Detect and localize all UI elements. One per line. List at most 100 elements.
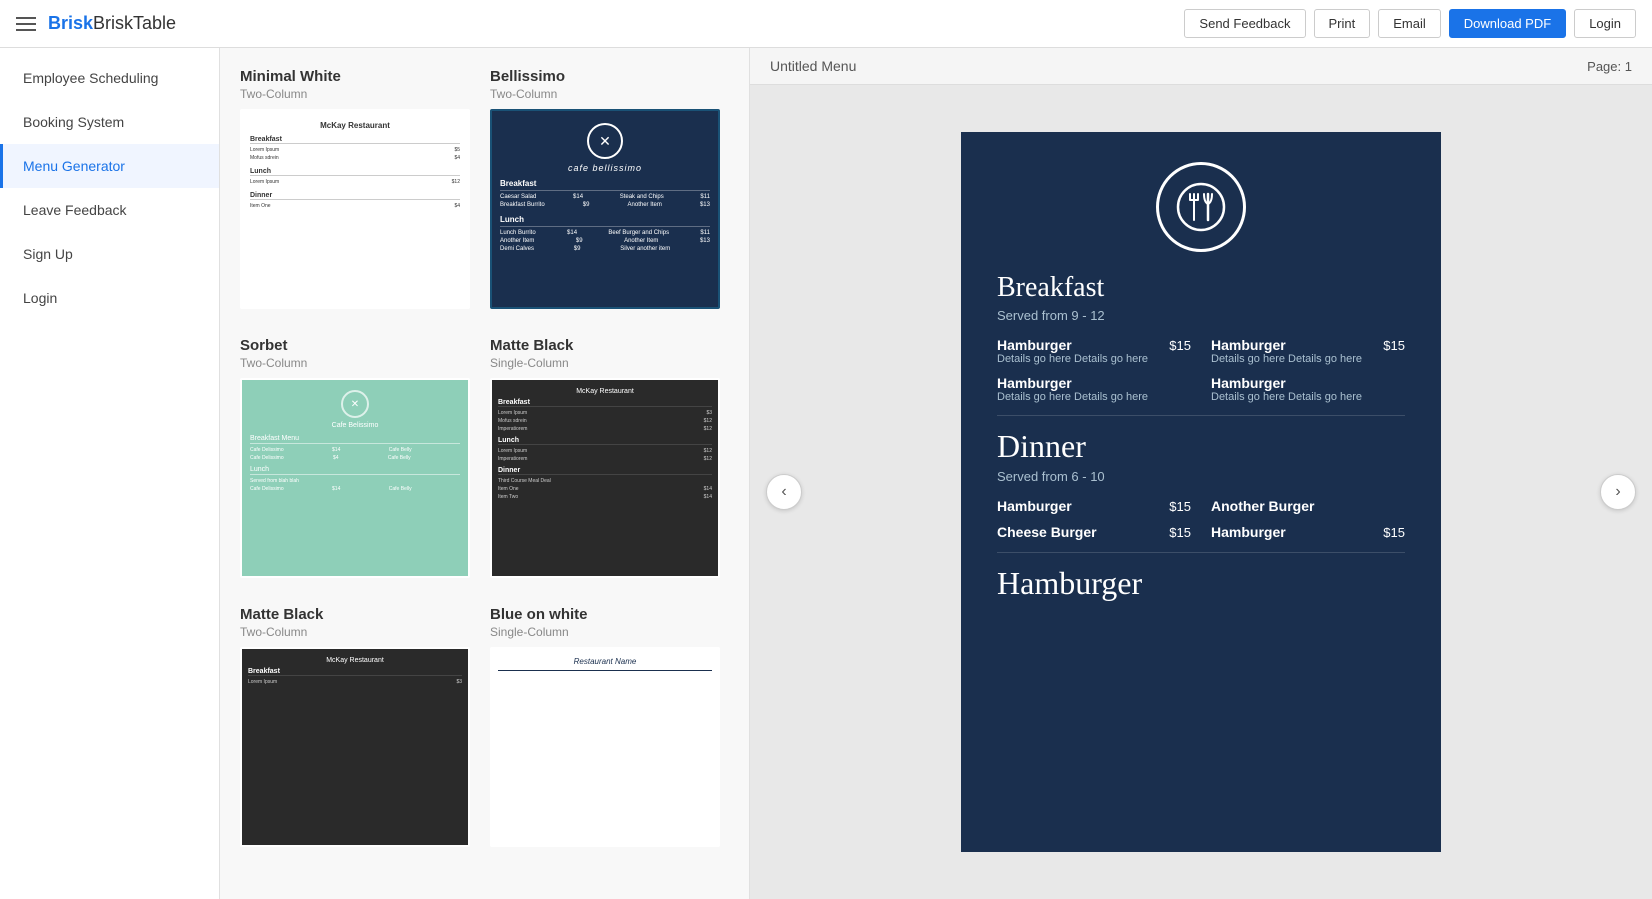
template-name-matte-black-single: Matte Black bbox=[490, 337, 720, 354]
item-name: Hamburger bbox=[1211, 337, 1286, 353]
item-name: Hamburger bbox=[1211, 524, 1286, 540]
send-feedback-button[interactable]: Send Feedback bbox=[1184, 9, 1305, 38]
sidebar-item-booking-system[interactable]: Booking System bbox=[0, 100, 219, 144]
templates-panel: Minimal White Two-Column McKay Restauran… bbox=[220, 48, 750, 899]
template-row-1: Minimal White Two-Column McKay Restauran… bbox=[240, 68, 729, 309]
brand-logo: BriskBriskTable bbox=[48, 13, 176, 34]
thumb-blue-preview: Restaurant Name bbox=[492, 649, 718, 845]
sidebar-item-login[interactable]: Login bbox=[0, 276, 219, 320]
menu-item-hamburger-4: Hamburger Details go here Details go her… bbox=[1211, 375, 1405, 403]
section-title-dinner: Dinner bbox=[997, 428, 1405, 465]
template-card-matte-black-single: Matte Black Single-Column McKay Restaura… bbox=[490, 337, 720, 578]
download-pdf-button[interactable]: Download PDF bbox=[1449, 9, 1566, 38]
sidebar-item-sign-up[interactable]: Sign Up bbox=[0, 232, 219, 276]
menu-items-row-1: Hamburger $15 Details go here Details go… bbox=[997, 337, 1405, 365]
template-name-matte-black-two: Matte Black bbox=[240, 606, 470, 623]
sidebar: Employee Scheduling Booking System Menu … bbox=[0, 48, 220, 899]
thumb-minimal-preview: McKay Restaurant Breakfast Lorem Ipsum$5… bbox=[242, 111, 468, 307]
brand-bold: Brisk bbox=[48, 13, 93, 33]
template-name-minimal-white: Minimal White bbox=[240, 68, 470, 85]
thumb-sorbet-preview: ✕ Cafe Belissimo Breakfast Menu Cafe Del… bbox=[242, 380, 468, 576]
item-detail: Details go here Details go here bbox=[997, 353, 1191, 365]
template-name-sorbet: Sorbet bbox=[240, 337, 470, 354]
template-name-bellissimo: Bellissimo bbox=[490, 68, 720, 85]
item-detail: Details go here Details go here bbox=[1211, 353, 1405, 365]
header: BriskBriskTable Send Feedback Print Emai… bbox=[0, 0, 1652, 48]
menu-divider-1 bbox=[997, 415, 1405, 416]
template-sub-bellissimo: Two-Column bbox=[490, 87, 720, 101]
item-price: $15 bbox=[1169, 338, 1191, 353]
hamburger-menu-icon[interactable] bbox=[16, 17, 36, 31]
preview-content: ‹ bbox=[750, 85, 1652, 899]
template-sub-minimal-white: Two-Column bbox=[240, 87, 470, 101]
template-row-3: Matte Black Two-Column McKay Restaurant … bbox=[240, 606, 729, 847]
item-price: $15 bbox=[1169, 499, 1191, 514]
template-group-2: Sorbet Two-Column ✕ Cafe Belissimo Break… bbox=[240, 337, 729, 578]
template-sub-sorbet: Two-Column bbox=[240, 356, 470, 370]
header-left: BriskBriskTable bbox=[16, 13, 176, 34]
item-name: Hamburger bbox=[1211, 375, 1286, 391]
sidebar-item-leave-feedback[interactable]: Leave Feedback bbox=[0, 188, 219, 232]
section-title-breakfast: Breakfast bbox=[997, 272, 1405, 304]
item-detail: Details go here Details go here bbox=[997, 391, 1191, 403]
item-name: Hamburger bbox=[997, 498, 1072, 514]
menu-item-hamburger-6: Hamburger $15 bbox=[1211, 524, 1405, 540]
thumb-matte-preview: McKay Restaurant Breakfast Lorem Ipsum$3… bbox=[492, 380, 718, 576]
preview-menu-title: Untitled Menu bbox=[770, 58, 856, 74]
template-thumb-matte-black-two[interactable]: McKay Restaurant Breakfast Lorem Ipsum$3 bbox=[240, 647, 470, 847]
main-layout: Employee Scheduling Booking System Menu … bbox=[0, 48, 1652, 899]
header-right: Send Feedback Print Email Download PDF L… bbox=[1184, 9, 1636, 38]
nav-prev-button[interactable]: ‹ bbox=[766, 474, 802, 510]
template-card-bellissimo: Bellissimo Two-Column ✕ cafe bellissimo … bbox=[490, 68, 720, 309]
menu-item-hamburger-2: Hamburger $15 Details go here Details go… bbox=[1211, 337, 1405, 365]
preview-header: Untitled Menu Page: 1 bbox=[750, 48, 1652, 85]
nav-next-button[interactable]: › bbox=[1600, 474, 1636, 510]
template-group-3: Matte Black Two-Column McKay Restaurant … bbox=[240, 606, 729, 847]
template-card-minimal-white: Minimal White Two-Column McKay Restauran… bbox=[240, 68, 470, 309]
menu-items-row-3: Hamburger $15 Another Burger bbox=[997, 498, 1405, 514]
menu-item-hamburger-3: Hamburger Details go here Details go her… bbox=[997, 375, 1191, 403]
login-button[interactable]: Login bbox=[1574, 9, 1636, 38]
template-group-1: Minimal White Two-Column McKay Restauran… bbox=[240, 68, 729, 309]
item-name: Cheese Burger bbox=[997, 524, 1097, 540]
menu-divider-2 bbox=[997, 552, 1405, 553]
menu-item-cheese-burger: Cheese Burger $15 bbox=[997, 524, 1191, 540]
cutlery-icon bbox=[1176, 182, 1226, 232]
print-button[interactable]: Print bbox=[1314, 9, 1371, 38]
preview-panel: Untitled Menu Page: 1 ‹ bbox=[750, 48, 1652, 899]
thumb-bellissimo-preview: ✕ cafe bellissimo Breakfast Caesar Salad… bbox=[492, 111, 718, 307]
item-price: $15 bbox=[1383, 525, 1405, 540]
item-price: $15 bbox=[1383, 338, 1405, 353]
item-name: Hamburger bbox=[997, 375, 1072, 391]
template-thumb-bellissimo[interactable]: ✕ cafe bellissimo Breakfast Caesar Salad… bbox=[490, 109, 720, 309]
item-detail: Details go here Details go here bbox=[1211, 391, 1405, 403]
menu-item-another-burger: Another Burger bbox=[1211, 498, 1405, 514]
preview-page-info: Page: 1 bbox=[1587, 59, 1632, 74]
item-name: Hamburger bbox=[997, 337, 1072, 353]
template-thumb-minimal-white[interactable]: McKay Restaurant Breakfast Lorem Ipsum$5… bbox=[240, 109, 470, 309]
sidebar-item-employee-scheduling[interactable]: Employee Scheduling bbox=[0, 56, 219, 100]
menu-items-row-2: Hamburger Details go here Details go her… bbox=[997, 375, 1405, 403]
menu-footer-item: Hamburger bbox=[997, 565, 1405, 602]
template-name-blue-on-white: Blue on white bbox=[490, 606, 720, 623]
menu-logo-circle bbox=[1156, 162, 1246, 252]
thumb-matte2-preview: McKay Restaurant Breakfast Lorem Ipsum$3 bbox=[242, 649, 468, 845]
template-card-sorbet: Sorbet Two-Column ✕ Cafe Belissimo Break… bbox=[240, 337, 470, 578]
template-sub-matte-black-single: Single-Column bbox=[490, 356, 720, 370]
email-button[interactable]: Email bbox=[1378, 9, 1441, 38]
template-sub-matte-black-two: Two-Column bbox=[240, 625, 470, 639]
menu-item-hamburger-5: Hamburger $15 bbox=[997, 498, 1191, 514]
menu-item-hamburger-1: Hamburger $15 Details go here Details go… bbox=[997, 337, 1191, 365]
template-thumb-blue-on-white[interactable]: Restaurant Name bbox=[490, 647, 720, 847]
template-card-matte-black-two: Matte Black Two-Column McKay Restaurant … bbox=[240, 606, 470, 847]
template-thumb-matte-black-single[interactable]: McKay Restaurant Breakfast Lorem Ipsum$3… bbox=[490, 378, 720, 578]
section-sub-breakfast: Served from 9 - 12 bbox=[997, 308, 1405, 323]
template-row-2: Sorbet Two-Column ✕ Cafe Belissimo Break… bbox=[240, 337, 729, 578]
menu-items-row-4: Cheese Burger $15 Hamburger $15 bbox=[997, 524, 1405, 540]
section-sub-dinner: Served from 6 - 10 bbox=[997, 469, 1405, 484]
menu-logo bbox=[997, 162, 1405, 252]
template-thumb-sorbet[interactable]: ✕ Cafe Belissimo Breakfast Menu Cafe Del… bbox=[240, 378, 470, 578]
sidebar-item-menu-generator[interactable]: Menu Generator bbox=[0, 144, 219, 188]
item-price: $15 bbox=[1169, 525, 1191, 540]
template-card-blue-on-white: Blue on white Single-Column Restaurant N… bbox=[490, 606, 720, 847]
